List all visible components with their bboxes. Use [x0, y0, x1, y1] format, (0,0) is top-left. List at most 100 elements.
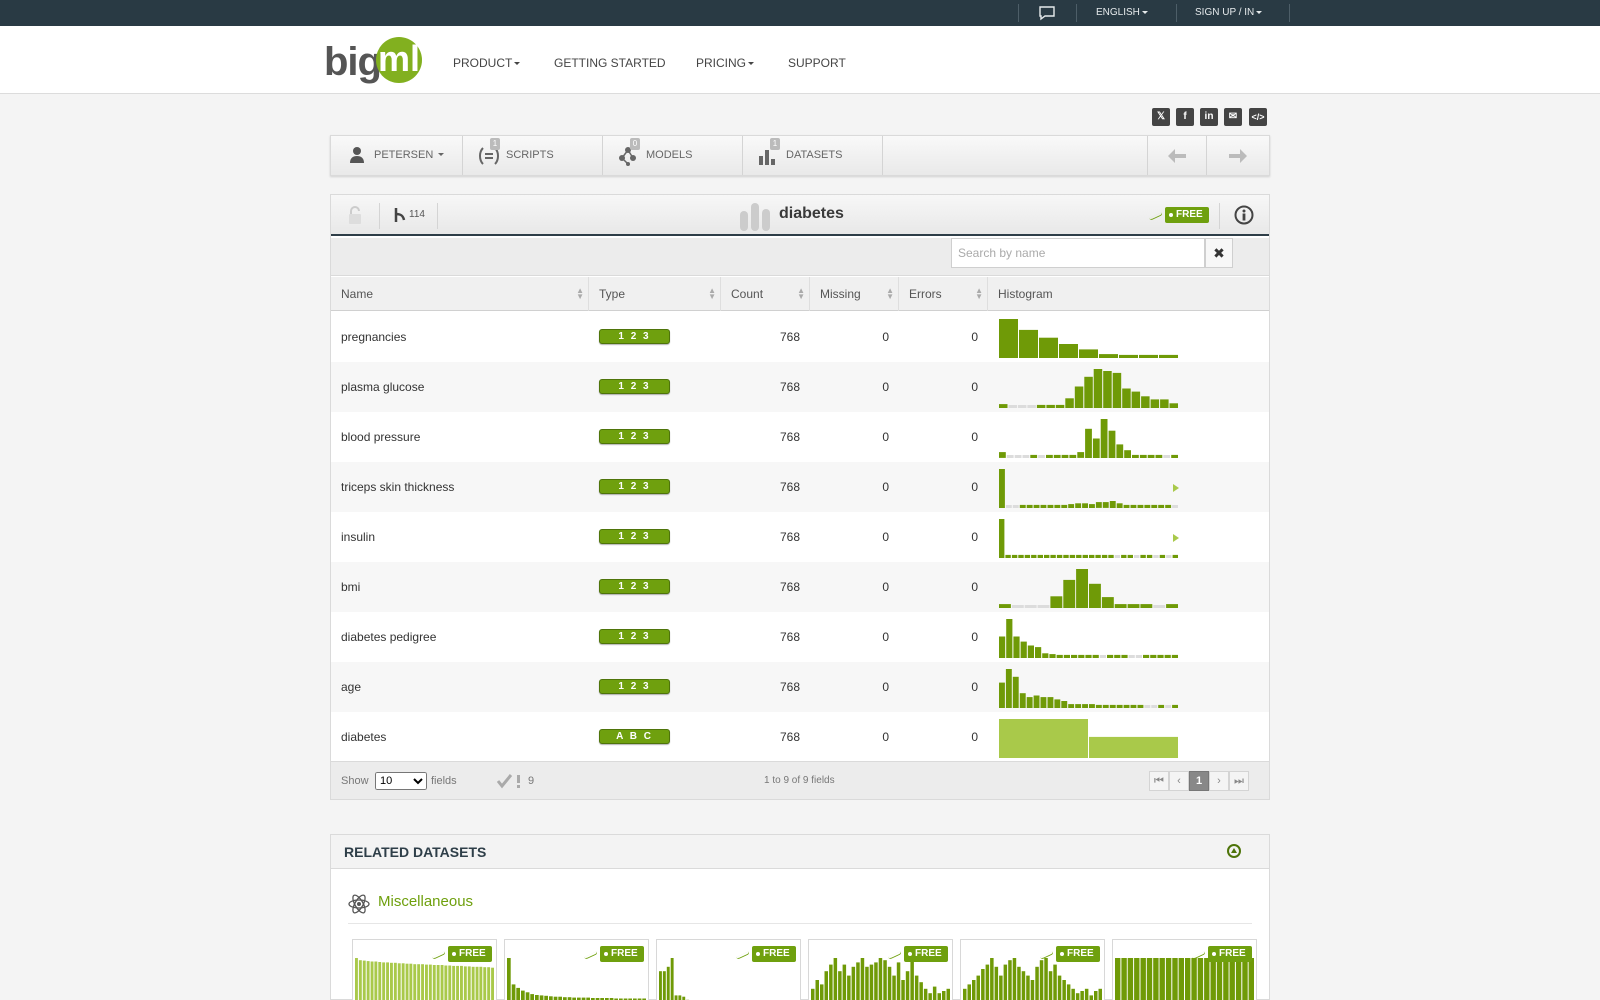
- field-name[interactable]: plasma glucose: [341, 362, 424, 412]
- prev-page-button[interactable]: ‹: [1169, 771, 1189, 791]
- chat-bubble-icon[interactable]: [1038, 5, 1056, 21]
- histogram-bar: [1094, 991, 1098, 1000]
- histogram-bar: [1066, 984, 1071, 1000]
- facebook-icon[interactable]: f: [1176, 108, 1194, 126]
- table-row[interactable]: pregnancies 1 2 3 768 0 0: [331, 312, 1269, 362]
- field-name[interactable]: pregnancies: [341, 312, 406, 362]
- field-histogram[interactable]: [999, 318, 1179, 358]
- nav-support[interactable]: SUPPORT: [788, 55, 846, 71]
- histogram-bar: [1024, 554, 1031, 558]
- linkedin-icon[interactable]: in: [1200, 108, 1218, 126]
- category-link[interactable]: Miscellaneous: [378, 893, 473, 911]
- table-row[interactable]: blood pressure 1 2 3 768 0 0: [331, 412, 1269, 462]
- histogram-bar: [887, 966, 892, 1000]
- check-warning-icon[interactable]: [497, 773, 523, 789]
- column-header-errors[interactable]: Errors ▲ ▼: [899, 277, 988, 311]
- histogram-bar: [1061, 504, 1068, 508]
- category-divider: [348, 923, 1252, 924]
- histogram-bar: [1132, 454, 1139, 458]
- histogram-bar: [851, 966, 856, 1000]
- related-dataset-card[interactable]: FREE: [352, 939, 497, 1000]
- field-histogram[interactable]: [999, 468, 1179, 508]
- bigml-logo[interactable]: big ml: [324, 37, 434, 87]
- fields-table-header: Name ▲ ▼ Type ▲ ▼ Count ▲ ▼ Missing ▲ ▼ Errors ▲ ▼…: [331, 277, 1269, 311]
- table-row[interactable]: plasma glucose 1 2 3 768 0 0: [331, 362, 1269, 412]
- field-histogram[interactable]: [999, 668, 1179, 708]
- nav-product[interactable]: PRODUCT: [453, 55, 521, 71]
- histogram-bar: [869, 964, 874, 1000]
- table-row[interactable]: diabetes pedigree 1 2 3 768 0 0: [331, 612, 1269, 662]
- x-icon[interactable]: 𝕏: [1152, 108, 1170, 126]
- related-dataset-card[interactable]: FREE: [960, 939, 1105, 1000]
- page-size-select[interactable]: 10: [375, 772, 427, 790]
- field-name[interactable]: bmi: [341, 562, 360, 612]
- arrow-left-icon: [1168, 149, 1186, 163]
- language-menu[interactable]: ENGLISH: [1096, 0, 1148, 26]
- histogram-bar: [878, 958, 883, 1000]
- table-row[interactable]: age 1 2 3 768 0 0: [331, 662, 1269, 712]
- clear-search-button[interactable]: ✖: [1205, 238, 1233, 268]
- histogram-bar: [847, 975, 851, 1000]
- related-dataset-card[interactable]: FREE: [656, 939, 801, 1000]
- page-number-button[interactable]: 1: [1189, 771, 1209, 791]
- field-name[interactable]: blood pressure: [341, 412, 420, 462]
- sort-icon: ▲ ▼: [708, 286, 716, 301]
- field-missing: 0: [882, 530, 889, 544]
- histogram-bar: [910, 958, 914, 1000]
- embed-code-icon[interactable]: </>: [1249, 108, 1267, 126]
- related-dataset-card[interactable]: FREE: [808, 939, 953, 1000]
- histogram-bar: [1153, 605, 1166, 608]
- tab-models[interactable]: 0 MODELS: [603, 136, 743, 175]
- tab-scripts[interactable]: 1 SCRIPTS: [463, 136, 603, 175]
- field-missing: 0: [882, 380, 889, 394]
- next-page-button[interactable]: ›: [1209, 771, 1229, 791]
- email-icon[interactable]: ✉: [1224, 108, 1242, 126]
- field-name[interactable]: diabetes pedigree: [341, 612, 436, 662]
- field-name[interactable]: diabetes: [341, 712, 386, 762]
- field-histogram[interactable]: [999, 518, 1179, 558]
- signup-menu[interactable]: SIGN UP / IN: [1195, 0, 1263, 26]
- lock-icon[interactable]: [347, 205, 363, 225]
- nav-getting-started[interactable]: GETTING STARTED: [554, 55, 666, 71]
- field-histogram[interactable]: [999, 568, 1179, 608]
- nav-pricing[interactable]: PRICING: [696, 55, 755, 71]
- histogram-bar: [1109, 704, 1116, 708]
- field-name[interactable]: age: [341, 662, 361, 712]
- table-row[interactable]: triceps skin thickness 1 2 3 768 0 0: [331, 462, 1269, 512]
- histogram-bar: [1108, 554, 1114, 558]
- histogram-bar: [432, 965, 436, 1000]
- histogram-bar: [1235, 958, 1242, 1000]
- user-menu[interactable]: PETERSEN: [331, 136, 463, 175]
- search-input[interactable]: [951, 238, 1205, 268]
- top-separator: [1176, 4, 1177, 22]
- clone-count: 114: [409, 209, 425, 220]
- first-page-button[interactable]: ⏮: [1149, 771, 1169, 791]
- collapse-up-icon[interactable]: [1227, 844, 1241, 858]
- field-name[interactable]: insulin: [341, 512, 375, 562]
- histogram-bar: [976, 975, 980, 1000]
- forward-button[interactable]: [1207, 136, 1269, 175]
- histogram-bar: [1005, 505, 1012, 508]
- related-dataset-card[interactable]: FREE: [1112, 939, 1257, 1000]
- signup-label: SIGN UP / IN: [1195, 7, 1255, 18]
- column-header-missing[interactable]: Missing ▲ ▼: [810, 277, 899, 311]
- table-row[interactable]: bmi 1 2 3 768 0 0: [331, 562, 1269, 612]
- table-row[interactable]: insulin 1 2 3 768 0 0: [331, 512, 1269, 562]
- related-dataset-card[interactable]: FREE: [504, 939, 649, 1000]
- column-header-type[interactable]: Type ▲ ▼: [589, 277, 721, 311]
- field-name[interactable]: triceps skin thickness: [341, 462, 454, 512]
- info-icon[interactable]: [1234, 205, 1254, 225]
- histogram-bar: [1102, 502, 1109, 508]
- column-header-count[interactable]: Count ▲ ▼: [721, 277, 810, 311]
- field-histogram[interactable]: [999, 418, 1179, 458]
- tab-datasets[interactable]: 1 DATASETS: [743, 136, 883, 175]
- field-count: 768: [779, 530, 800, 544]
- field-histogram[interactable]: [999, 718, 1179, 758]
- field-histogram[interactable]: [999, 618, 1179, 658]
- table-row[interactable]: diabetes A B C 768 0 0: [331, 712, 1269, 762]
- last-page-button[interactable]: ⏭: [1229, 771, 1249, 791]
- column-header-name[interactable]: Name ▲ ▼: [331, 277, 589, 311]
- back-button[interactable]: [1147, 136, 1207, 175]
- field-histogram[interactable]: [999, 368, 1179, 408]
- histogram-bar: [1076, 554, 1082, 558]
